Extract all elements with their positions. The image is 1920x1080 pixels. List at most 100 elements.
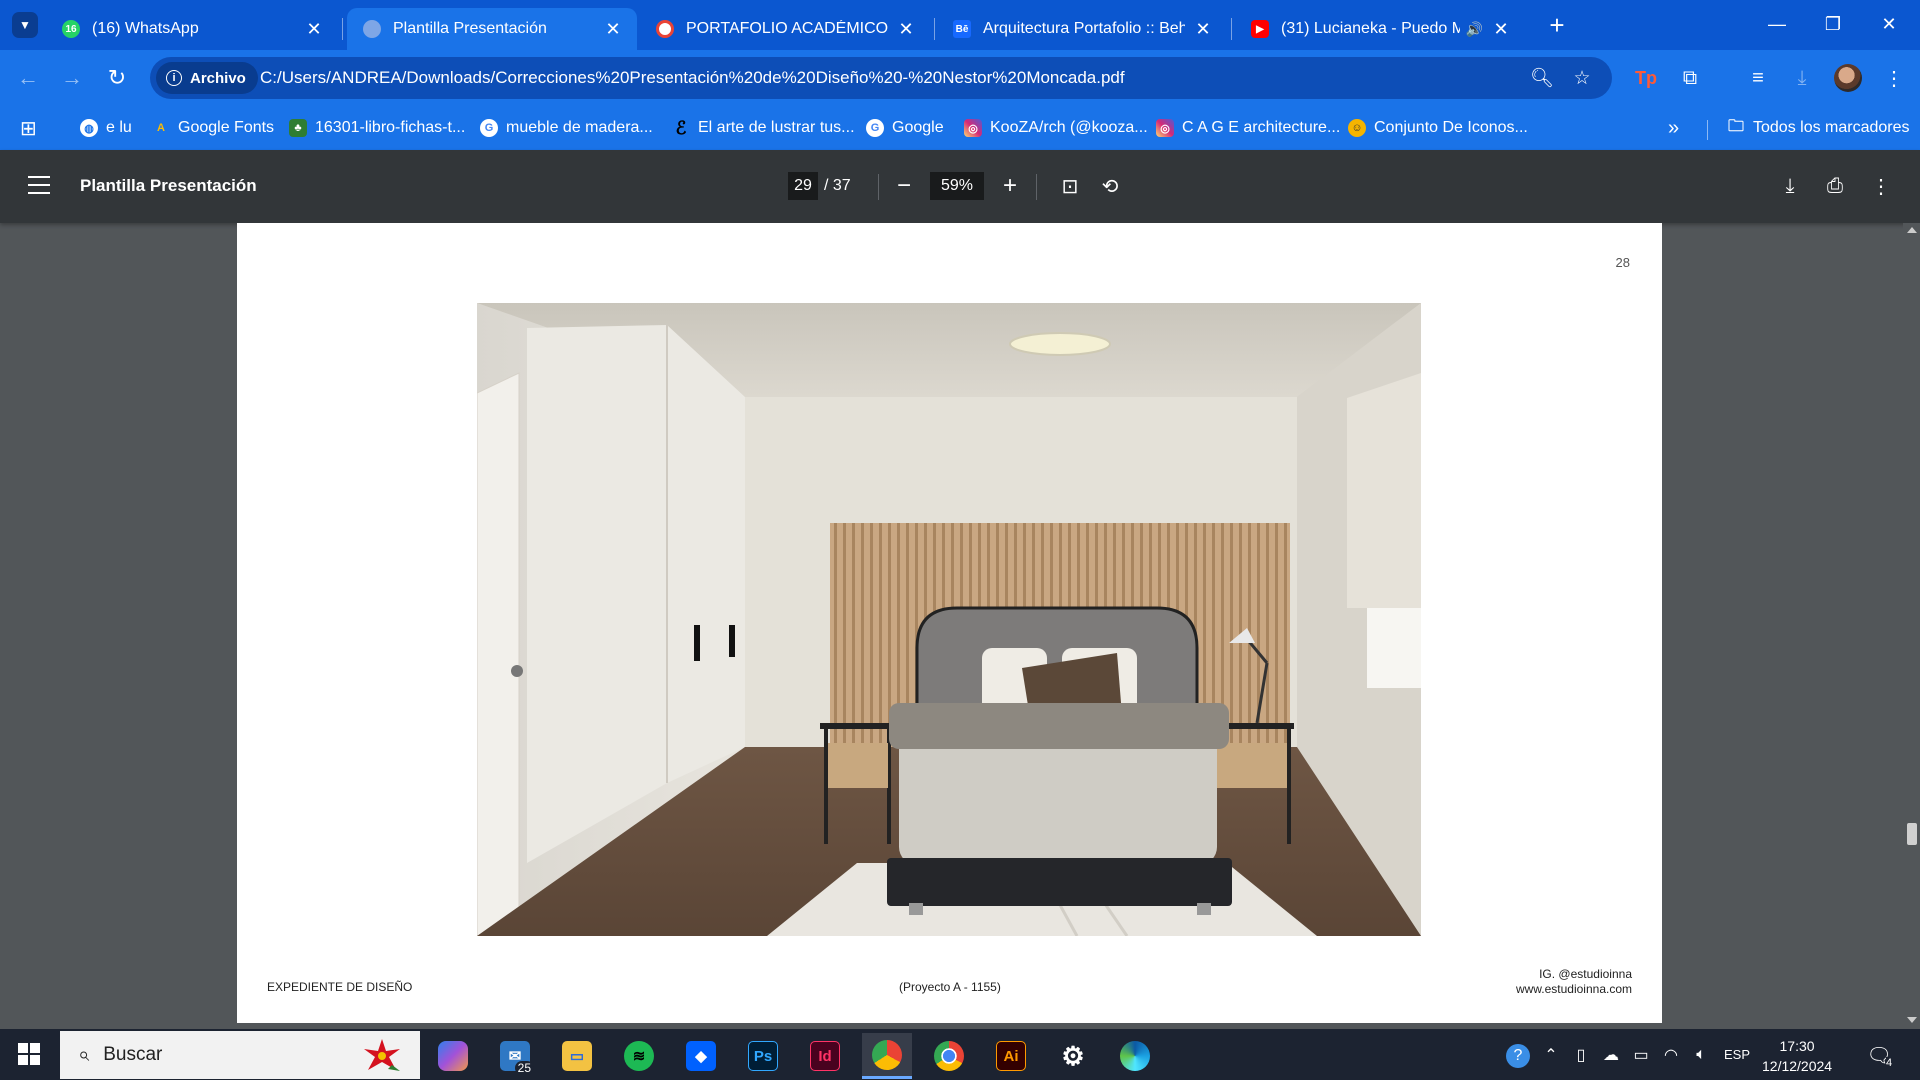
bookmark-google[interactable]: G Google — [866, 116, 944, 140]
bookmark-e-lu[interactable]: ◍ e lu — [80, 116, 132, 140]
dropbox-icon[interactable]: ◆ — [676, 1033, 726, 1079]
pdf-page: 28 EXPEDIENTE DE DISEÑO (Proyecto A - 11… — [237, 223, 1662, 1023]
illustrator-icon[interactable]: Ai — [986, 1033, 1036, 1079]
battery-icon[interactable]: ▭ — [1630, 1044, 1652, 1066]
info-icon: i — [166, 70, 182, 86]
google-fonts-icon: A — [157, 122, 165, 134]
print-icon[interactable]: ⎙ — [1820, 172, 1850, 200]
tab-whatsapp[interactable]: 16 (16) WhatsApp ✕ — [46, 8, 338, 50]
download-icon[interactable]: ⤓ — [1788, 64, 1816, 92]
language-indicator[interactable]: ESP — [1724, 1047, 1750, 1062]
close-icon[interactable]: ✕ — [304, 19, 324, 40]
behance-icon: Bē — [953, 20, 971, 38]
taskbar-search-input[interactable]: ⌕ Buscar — [60, 1031, 420, 1079]
minimize-icon[interactable]: — — [1749, 0, 1805, 48]
help-icon[interactable]: ? — [1506, 1044, 1530, 1068]
bookmark-label: El arte de lustrar tus... — [698, 119, 855, 136]
bookmark-label: 16301-libro-fichas-t... — [315, 119, 466, 136]
star-icon[interactable]: ☆ — [1570, 66, 1594, 90]
rotate-icon[interactable]: ⟲ — [1095, 172, 1125, 200]
new-tab-button[interactable]: + — [1542, 10, 1572, 40]
tab-title: Plantilla Presentación — [393, 20, 547, 37]
extensions-puzzle-icon[interactable]: ⧉ — [1676, 64, 1704, 92]
chevron-down-icon[interactable]: ▼ — [12, 12, 38, 38]
chrome-icon[interactable] — [924, 1033, 974, 1079]
page-number-input[interactable]: 29 — [788, 172, 818, 200]
mail-icon[interactable]: ✉ 25 — [490, 1033, 540, 1079]
time: 17:30 — [1779, 1038, 1815, 1054]
photoshop-icon[interactable]: Ps — [738, 1033, 788, 1079]
bookmark-google-fonts[interactable]: A Google Fonts — [152, 116, 274, 140]
settings-icon[interactable]: ⚙ — [1048, 1033, 1098, 1079]
menu-icon[interactable] — [28, 176, 50, 196]
zoom-input[interactable]: 59% — [930, 172, 984, 200]
site-info-chip[interactable]: i Archivo — [156, 62, 258, 94]
forward-arrow-icon[interactable]: → — [56, 62, 88, 94]
scroll-up-icon[interactable] — [1907, 227, 1917, 233]
all-bookmarks-button[interactable]: 🗀 Todos los marcadores — [1727, 116, 1910, 140]
volume-icon[interactable]: 🔈︎ — [1690, 1044, 1712, 1066]
bookmark-arte-lustrar[interactable]: ℰ El arte de lustrar tus... — [672, 116, 855, 140]
bookmark-libro-fichas[interactable]: ♣ 16301-libro-fichas-t... — [289, 116, 465, 140]
clock[interactable]: 17:30 12/12/2024 — [1762, 1036, 1832, 1076]
close-icon[interactable]: ✕ — [896, 19, 916, 40]
zoom-in-button[interactable]: + — [996, 172, 1024, 200]
instagram-handle: IG. @estudioinna — [1539, 967, 1632, 981]
back-arrow-icon[interactable]: ← — [12, 62, 44, 94]
speaker-icon[interactable]: 🔊 — [1466, 21, 1483, 38]
tab-behance[interactable]: Bē Arquitectura Portafolio :: Behance ✕ — [937, 8, 1227, 50]
globe-icon — [363, 20, 381, 38]
scrollbar[interactable] — [1903, 223, 1920, 1029]
footer-left: EXPEDIENTE DE DISEÑO — [267, 980, 413, 994]
tab-plantilla-presentacion[interactable]: Plantilla Presentación ✕ — [347, 8, 637, 50]
url-text[interactable]: C:/Users/ANDREA/Downloads/Correcciones%2… — [260, 68, 1125, 88]
wifi-icon[interactable]: ◠ — [1660, 1044, 1682, 1066]
footer-right: IG. @estudioinna www.estudioinna.com — [1516, 967, 1632, 997]
close-icon[interactable]: ✕ — [1491, 19, 1511, 40]
zoom-icon[interactable]: 🔍︎ — [1530, 66, 1554, 90]
reload-icon[interactable]: ↻ — [101, 62, 133, 94]
avatar[interactable] — [1834, 64, 1862, 92]
pdf-toolbar: Plantilla Presentación 29 / 37 − 59% + ⊡… — [0, 150, 1920, 223]
chrome-profile-icon[interactable] — [862, 1033, 912, 1079]
bookmarks-overflow-button[interactable]: » — [1668, 116, 1679, 140]
bookmark-cage-architecture[interactable]: ◎ C A G E architecture... — [1156, 116, 1340, 140]
bookmark-mueble-madera[interactable]: G mueble de madera... — [480, 116, 653, 140]
bedroom-render — [477, 303, 1421, 936]
tab-portafolio-academico[interactable]: PORTAFOLIO ACADÉMICO 2024 ✕ — [640, 8, 930, 50]
tab-youtube[interactable]: ▶ (31) Lucianeka - Puedo Matar 🔊 ✕ — [1235, 8, 1525, 50]
close-icon[interactable]: ✕ — [603, 19, 623, 40]
scroll-down-icon[interactable] — [1907, 1017, 1917, 1023]
window-close-icon[interactable]: ✕ — [1861, 0, 1917, 48]
bookmark-koozarch[interactable]: ◎ KooZA/rch (@kooza... — [964, 116, 1148, 140]
windows-start-icon[interactable] — [18, 1043, 40, 1065]
search-placeholder: Buscar — [103, 1044, 163, 1065]
close-icon[interactable]: ✕ — [1193, 19, 1213, 40]
device-icon[interactable]: ▯ — [1570, 1044, 1592, 1066]
zoom-out-button[interactable]: − — [890, 172, 918, 200]
kebab-menu-icon[interactable]: ⋮ — [1880, 64, 1908, 92]
copilot-icon[interactable] — [428, 1033, 478, 1079]
scroll-thumb[interactable] — [1907, 823, 1917, 845]
tab-divider — [342, 18, 343, 40]
bookmark-conjunto-iconos[interactable]: ☺ Conjunto De Iconos... — [1348, 116, 1528, 140]
download-icon[interactable]: ⤓ — [1775, 172, 1805, 200]
apps-grid-icon[interactable]: ⊞ — [20, 116, 37, 140]
address-bar[interactable]: i Archivo C:/Users/ANDREA/Downloads/Corr… — [150, 57, 1612, 99]
tab-strip: ▼ 16 (16) WhatsApp ✕ Plantilla Presentac… — [0, 0, 1920, 50]
more-options-icon[interactable]: ⋮ — [1866, 172, 1896, 200]
indesign-icon[interactable]: Id — [800, 1033, 850, 1079]
file-explorer-icon[interactable]: ▭ — [552, 1033, 602, 1079]
chevron-up-icon[interactable]: ⌃ — [1540, 1044, 1562, 1066]
bookmark-label: KooZA/rch (@kooza... — [990, 119, 1148, 136]
extension-tp-icon[interactable]: Tp — [1632, 64, 1660, 92]
instagram-icon: ◎ — [964, 119, 982, 137]
restore-icon[interactable]: ❐ — [1805, 0, 1861, 48]
media-controls-icon[interactable]: ≡ — [1744, 64, 1772, 92]
fit-page-icon[interactable]: ⊡ — [1055, 172, 1085, 200]
edge-icon[interactable] — [1110, 1033, 1160, 1079]
spotify-icon[interactable]: ≋ — [614, 1033, 664, 1079]
onedrive-icon[interactable]: ☁ — [1600, 1044, 1622, 1066]
pdf-title: Plantilla Presentación — [80, 176, 257, 195]
bookmark-label: e lu — [106, 119, 132, 136]
